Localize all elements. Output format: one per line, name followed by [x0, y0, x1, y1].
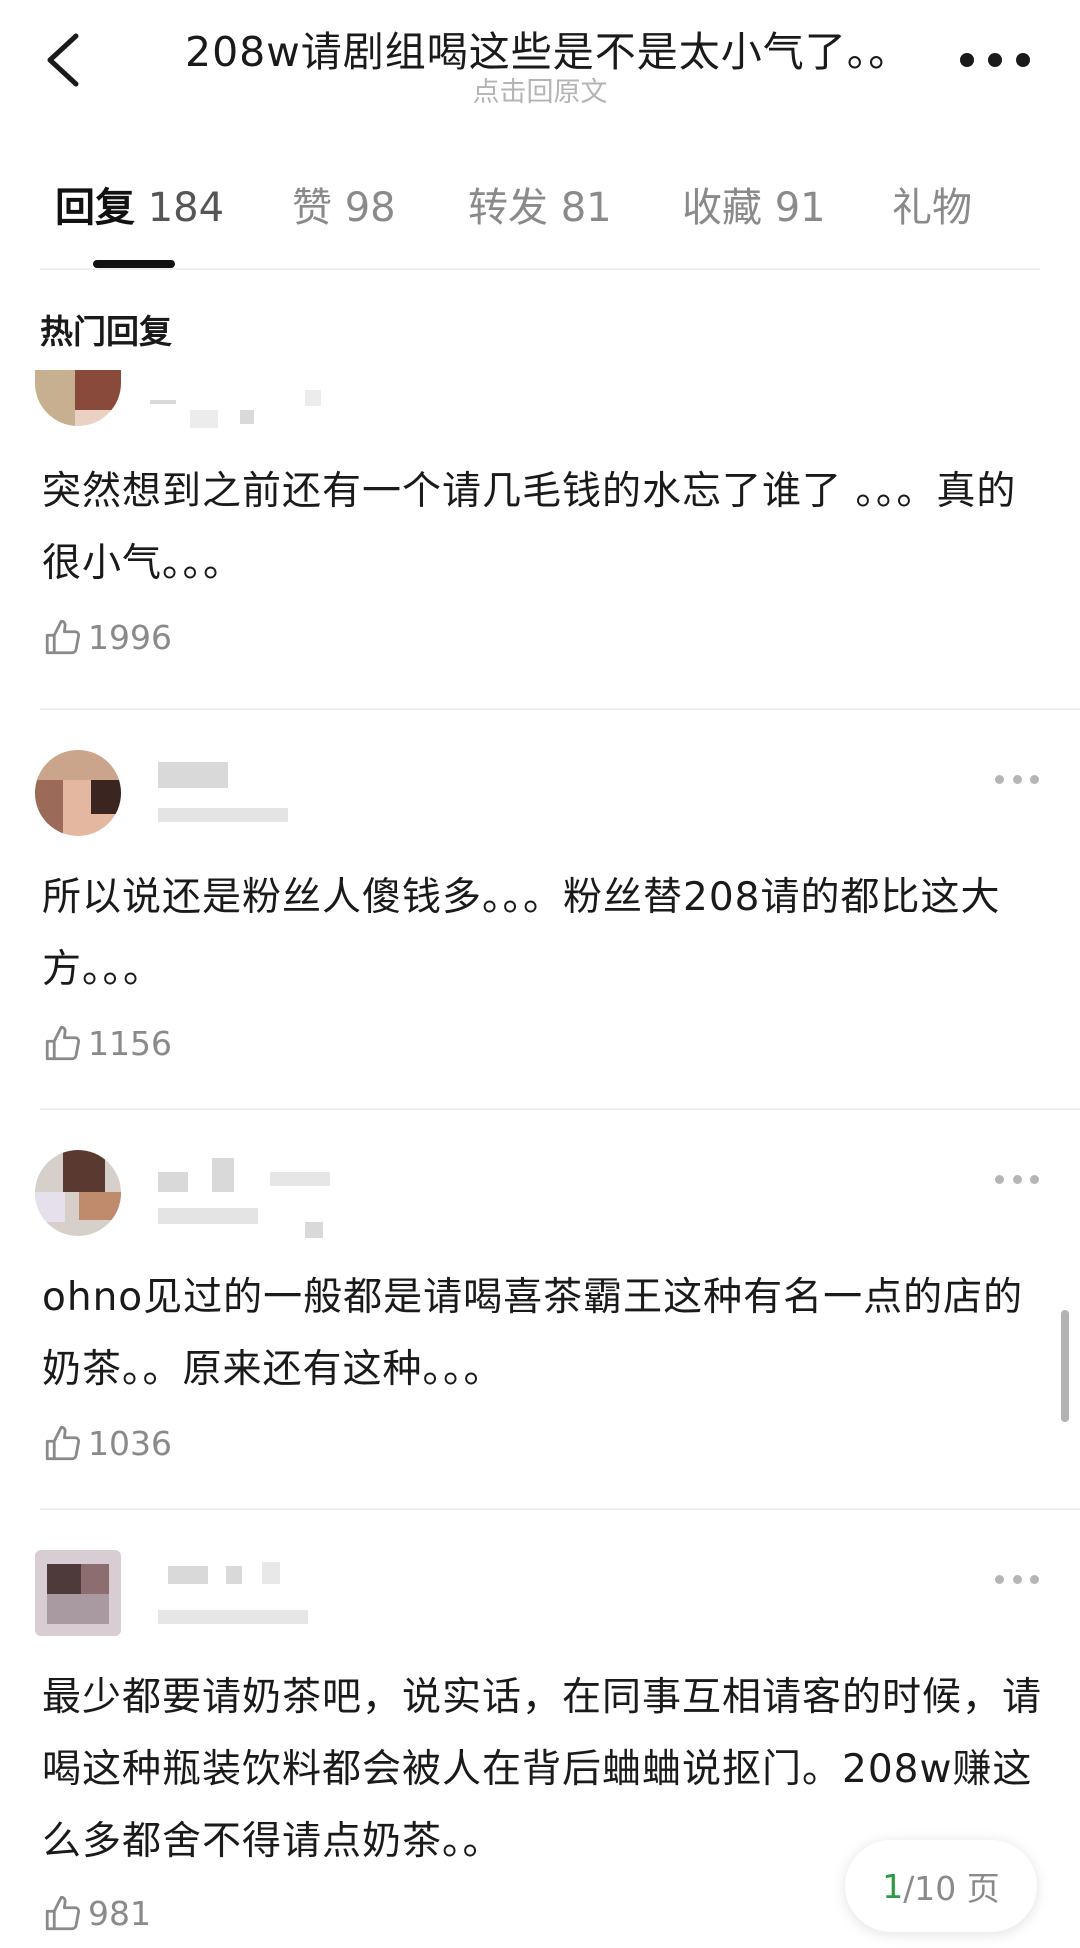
current-page: 1 — [882, 1866, 904, 1906]
tab-replies[interactable]: 回复 184 — [55, 175, 224, 233]
tab-label: 转发 — [468, 185, 548, 231]
top-bar: 208w请剧组喝这些是不是太小气了。。 点击回原文 — [0, 0, 1080, 130]
active-tab-indicator — [93, 260, 175, 268]
thumbs-up-icon — [45, 619, 81, 655]
tab-label: 赞 — [292, 185, 332, 231]
tab-label: 礼物 — [892, 185, 972, 231]
comment-more-button[interactable] — [995, 1572, 1039, 1586]
more-dot-icon — [1016, 53, 1030, 67]
comment-text: ohno见过的一般都是请喝喜茶霸王这种有名一点的店的奶茶。。原来还有这种。。。 — [42, 1275, 1024, 1392]
tab-gifts[interactable]: 礼物 — [892, 175, 972, 233]
total-pages: /10 页 — [903, 1869, 1000, 1908]
more-dot-icon — [995, 774, 1004, 784]
thumbs-up-icon — [45, 1425, 81, 1461]
back-to-original-link[interactable]: 点击回原文 — [0, 70, 1080, 109]
comment-text: 所以说还是粉丝人傻钱多。。。粉丝替208请的都比这大方。。。 — [42, 875, 1001, 992]
tab-bar: 回复 184 赞 98 转发 81 收藏 91 礼物 — [0, 175, 1080, 270]
like-count: 981 — [88, 1893, 151, 1933]
comment-item: ohno见过的一般都是请喝喜茶霸王这种有名一点的店的奶茶。。原来还有这种。。。 … — [0, 1140, 1080, 1463]
divider — [40, 1508, 1080, 1510]
avatar[interactable] — [35, 1150, 121, 1236]
divider — [40, 708, 1080, 710]
avatar[interactable] — [35, 370, 121, 426]
comment-text: 突然想到之前还有一个请几毛钱的水忘了谁了 。。。真的很小气。。。 — [42, 469, 1017, 586]
more-dot-icon — [1030, 1174, 1039, 1184]
tab-reposts[interactable]: 转发 81 — [468, 175, 612, 233]
tab-count: 184 — [147, 185, 225, 231]
tab-count: 91 — [774, 185, 826, 231]
tab-likes[interactable]: 赞 98 — [292, 175, 396, 233]
like-count: 1156 — [88, 1023, 172, 1063]
like-count: 1036 — [88, 1423, 172, 1463]
tab-favorites[interactable]: 收藏 91 — [682, 175, 826, 233]
tab-label: 回复 — [55, 185, 135, 231]
comment-item: 突然想到之前还有一个请几毛钱的水忘了谁了 。。。真的很小气。。。 1996 — [0, 370, 1080, 680]
page-title: 208w请剧组喝这些是不是太小气了。。 — [185, 28, 911, 76]
more-dot-icon — [995, 1574, 1004, 1584]
more-dot-icon — [1030, 1574, 1039, 1584]
page-indicator[interactable]: 1/10 页 — [845, 1840, 1037, 1932]
more-dot-icon — [1012, 1574, 1022, 1584]
scrollbar[interactable] — [1061, 1310, 1069, 1422]
thumbs-up-icon — [45, 1025, 81, 1061]
like-button[interactable]: 1996 — [42, 616, 172, 658]
tab-label: 收藏 — [682, 185, 762, 231]
like-button[interactable]: 1156 — [42, 1022, 172, 1064]
more-dot-icon — [1012, 774, 1022, 784]
more-dot-icon — [995, 1174, 1004, 1184]
avatar[interactable] — [35, 1550, 121, 1636]
more-dot-icon — [1030, 774, 1039, 784]
more-dot-icon — [1012, 1174, 1022, 1184]
tab-count: 81 — [560, 185, 612, 231]
divider — [40, 1108, 1080, 1110]
divider — [40, 268, 1040, 270]
comment-item: 所以说还是粉丝人傻钱多。。。粉丝替208请的都比这大方。。。 1156 — [0, 740, 1080, 1063]
like-button[interactable]: 1036 — [42, 1422, 172, 1464]
like-button[interactable]: 981 — [42, 1892, 151, 1934]
comment-more-button[interactable] — [995, 772, 1039, 786]
comment-more-button[interactable] — [995, 1172, 1039, 1186]
avatar[interactable] — [35, 750, 121, 836]
more-options-button[interactable] — [960, 40, 1030, 80]
section-title: 热门回复 — [40, 312, 172, 351]
tab-count: 98 — [344, 185, 396, 231]
thumbs-up-icon — [45, 1895, 81, 1931]
more-dot-icon — [988, 53, 1002, 67]
more-dot-icon — [960, 53, 974, 67]
like-count: 1996 — [88, 617, 172, 657]
